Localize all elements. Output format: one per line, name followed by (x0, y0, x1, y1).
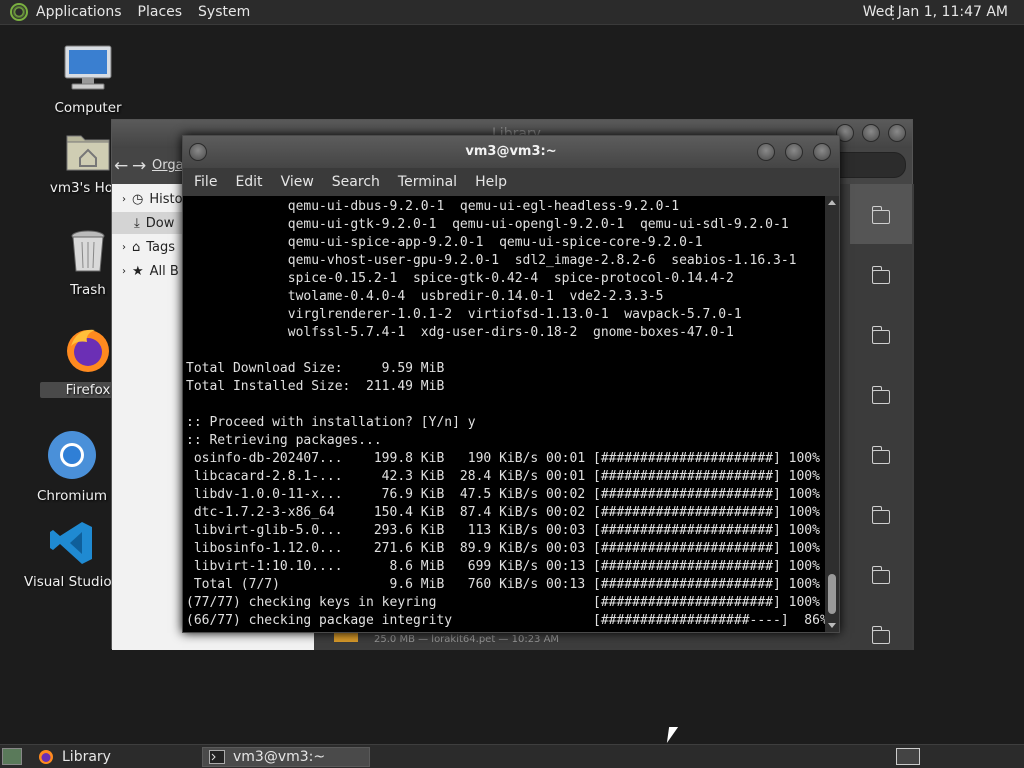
desktop-icon-chromium[interactable]: Chromium (24, 430, 120, 504)
desktop-icon-vscode[interactable]: Visual Studio Co (24, 520, 134, 590)
terminal-line: osinfo-db-202407... 199.8 KiB 190 KiB/s … (186, 451, 820, 466)
terminal-line: :: Proceed with installation? [Y/n] y (186, 415, 476, 430)
terminal-line: Total Download Size: 9.59 MiB (186, 361, 445, 376)
top-panel: Applications Places System Wed Jan 1, 11… (0, 0, 1024, 25)
scrollbar-thumb[interactable] (828, 574, 836, 614)
sidebar-item-label: Histo (149, 191, 183, 207)
sidebar-item-label: Dow (145, 215, 175, 231)
desktop-icon-computer[interactable]: Computer (40, 44, 136, 116)
terminal-line: libosinfo-1.12.0... 271.6 KiB 89.9 KiB/s… (186, 541, 820, 556)
bottom-taskbar: Library vm3@vm3:~ (0, 744, 1024, 768)
terminal-titlebar[interactable]: vm3@vm3:~ (183, 136, 839, 168)
task-label: vm3@vm3:~ (233, 749, 326, 765)
menu-file[interactable]: File (185, 174, 226, 190)
folder-icon[interactable] (871, 626, 890, 644)
folder-icon[interactable] (871, 506, 890, 524)
terminal-line: Total (7/7) 9.6 MiB 760 KiB/s 00:13 [###… (186, 577, 820, 592)
scroll-up-arrow-icon[interactable] (828, 200, 836, 205)
vscode-icon (50, 522, 92, 564)
tag-icon: ⌂ (132, 239, 141, 255)
organize-menu[interactable]: Orga (152, 158, 184, 173)
chevron-right-icon[interactable]: › (122, 266, 126, 277)
clock[interactable]: Wed Jan 1, 11:47 AM (863, 4, 1008, 20)
computer-icon (64, 45, 112, 90)
close-button[interactable] (888, 124, 906, 142)
menu-edit[interactable]: Edit (226, 174, 271, 190)
terminal-line: virglrenderer-1.0.1-2 virtiofsd-1.13.0-1… (186, 307, 742, 322)
download-details: 25.0 MB — lorakit64.pet — 10:23 AM (374, 634, 560, 645)
terminal-line: spice-0.15.2-1 spice-gtk-0.42-4 spice-pr… (186, 271, 734, 286)
folder-icon[interactable] (871, 206, 890, 224)
minimize-button[interactable] (757, 143, 775, 161)
terminal-output[interactable]: qemu-ui-dbus-9.2.0-1 qemu-ui-egl-headles… (183, 196, 827, 632)
terminal-title: vm3@vm3:~ (465, 144, 557, 159)
distro-logo-icon[interactable] (10, 3, 28, 21)
maximize-button[interactable] (785, 143, 803, 161)
chevron-right-icon[interactable]: › (122, 242, 126, 253)
terminal-scrollbar[interactable] (825, 196, 839, 632)
chevron-right-icon[interactable]: › (122, 194, 126, 205)
terminal-line: twolame-0.4.0-4 usbredir-0.14.0-1 vde2-2… (186, 289, 664, 304)
library-actions-column (850, 184, 912, 650)
chromium-icon (48, 431, 96, 479)
terminal-menubar: File Edit View Search Terminal Help (183, 168, 839, 196)
terminal-icon (209, 750, 225, 764)
sidebar-item-label: Tags (146, 239, 176, 255)
terminal-line: (77/77) checking keys in keyring [######… (186, 595, 820, 610)
folder-icon[interactable] (871, 566, 890, 584)
taskbar-item-library[interactable]: Library (32, 747, 198, 767)
desktop-icon-label: Visual Studio Co (24, 574, 134, 590)
trash-icon (71, 230, 105, 272)
desktop-icon-label: Chromium (36, 488, 108, 504)
clock-icon: ◷ (132, 191, 144, 207)
taskbar-item-terminal[interactable]: vm3@vm3:~ (202, 747, 370, 767)
menu-help[interactable]: Help (466, 174, 516, 190)
menu-view[interactable]: View (272, 174, 323, 190)
sidebar-item-label: All B (149, 263, 179, 279)
terminal-text: qemu-ui-dbus-9.2.0-1 qemu-ui-egl-headles… (183, 196, 827, 630)
firefox-icon (67, 329, 109, 372)
folder-icon[interactable] (871, 386, 890, 404)
folder-icon[interactable] (871, 446, 890, 464)
download-icon: ⤓ (134, 215, 140, 231)
back-arrow-icon[interactable]: ← (114, 156, 128, 176)
menu-search[interactable]: Search (323, 174, 389, 190)
terminal-window: vm3@vm3:~ File Edit View Search Terminal… (182, 135, 840, 633)
places-menu[interactable]: Places (130, 4, 191, 20)
firefox-icon (39, 750, 53, 764)
folder-icon[interactable] (871, 266, 890, 284)
close-button[interactable] (813, 143, 831, 161)
terminal-line: libcacard-2.8.1-... 42.3 KiB 28.4 KiB/s … (186, 469, 820, 484)
applications-menu[interactable]: Applications (28, 4, 130, 20)
terminal-line: libdv-1.0.0-11-x... 76.9 KiB 47.5 KiB/s … (186, 487, 820, 502)
star-icon: ★ (132, 263, 144, 279)
maximize-button[interactable] (862, 124, 880, 142)
scroll-down-arrow-icon[interactable] (828, 623, 836, 628)
task-label: Library (62, 749, 111, 765)
system-menu[interactable]: System (190, 4, 258, 20)
terminal-line: libvirt-1:10.10.... 8.6 MiB 699 KiB/s 00… (186, 559, 820, 574)
terminal-line: wolfssl-5.7.4-1 xdg-user-dirs-0.18-2 gno… (186, 325, 734, 340)
terminal-line: qemu-vhost-user-gpu-9.2.0-1 sdl2_image-2… (186, 253, 797, 268)
terminal-line: (66/77) checking package integrity [####… (186, 613, 827, 628)
terminal-line: dtc-1.7.2-3-x86_64 150.4 KiB 87.4 KiB/s … (186, 505, 820, 520)
terminal-line: Total Installed Size: 211.49 MiB (186, 379, 445, 394)
folder-icon[interactable] (871, 326, 890, 344)
show-desktop-button[interactable] (2, 748, 22, 765)
terminal-line: qemu-ui-dbus-9.2.0-1 qemu-ui-egl-headles… (186, 199, 680, 214)
menu-terminal[interactable]: Terminal (389, 174, 466, 190)
forward-arrow-icon[interactable]: → (132, 156, 146, 176)
terminal-line: :: Retrieving packages... (186, 433, 382, 448)
terminal-line: qemu-ui-spice-app-9.2.0-1 qemu-ui-spice-… (186, 235, 703, 250)
home-folder-icon (66, 135, 110, 171)
terminal-line: libvirt-glib-5.0... 293.6 KiB 113 KiB/s … (186, 523, 820, 538)
terminal-line: qemu-ui-gtk-9.2.0-1 qemu-ui-opengl-9.2.0… (186, 217, 789, 232)
workspace-switcher[interactable] (896, 748, 920, 765)
mouse-pointer-icon (666, 727, 679, 743)
desktop-icon-label: Computer (54, 100, 122, 116)
